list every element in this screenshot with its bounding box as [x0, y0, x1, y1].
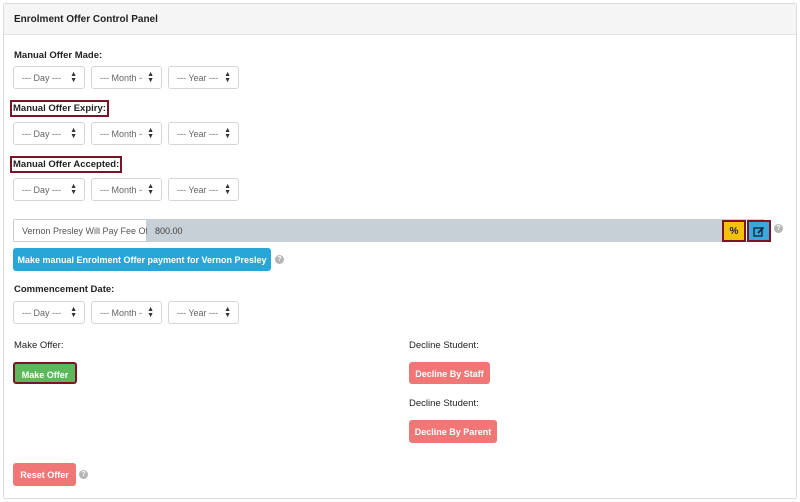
commencement-year-select[interactable]: --- Year --- ▲ ▼ [168, 301, 239, 324]
manual-offer-made-label: Manual Offer Made: [14, 50, 103, 61]
reset-offer-button[interactable]: Reset Offer [13, 463, 76, 486]
decline-student-label: Decline Student: [409, 340, 479, 351]
sort-caret-icon: ▲ ▼ [147, 183, 154, 196]
offer-expiry-month-select[interactable]: --- Month - ▲ ▼ [91, 122, 162, 145]
offer-made-month-select[interactable]: --- Month - ▲ ▼ [91, 66, 162, 89]
manual-payment-button[interactable]: Make manual Enrolment Offer payment for … [13, 248, 271, 271]
offer-made-day-select[interactable]: --- Day --- ▲ ▼ [13, 66, 85, 89]
decline-by-parent-button[interactable]: Decline By Parent [409, 420, 497, 443]
commencement-day-select[interactable]: --- Day --- ▲ ▼ [13, 301, 85, 324]
fee-label: Vernon Presley Will Pay Fee Of [14, 220, 148, 241]
make-offer-button[interactable]: Make Offer [13, 362, 77, 384]
offer-made-year-select[interactable]: --- Year --- ▲ ▼ [168, 66, 239, 89]
offer-accepted-year-select[interactable]: --- Year --- ▲ ▼ [168, 178, 239, 201]
edit-fee-button[interactable] [747, 220, 771, 242]
edit-icon [753, 226, 765, 237]
sort-caret-icon: ▲ ▼ [224, 183, 231, 196]
decline-by-staff-button[interactable]: Decline By Staff [409, 362, 490, 384]
sort-caret-icon: ▲ ▼ [70, 183, 77, 196]
sort-caret-icon: ▲ ▼ [70, 306, 77, 319]
offer-expiry-day-select[interactable]: --- Day --- ▲ ▼ [13, 122, 85, 145]
decline-student-label: Decline Student: [409, 398, 479, 409]
sort-caret-icon: ▲ ▼ [147, 306, 154, 319]
sort-caret-icon: ▲ ▼ [224, 71, 231, 84]
sort-caret-icon: ▲ ▼ [70, 127, 77, 140]
sort-caret-icon: ▲ ▼ [147, 127, 154, 140]
percent-button[interactable]: % [722, 220, 746, 242]
sort-caret-icon: ▲ ▼ [224, 127, 231, 140]
offer-accepted-day-select[interactable]: --- Day --- ▲ ▼ [13, 178, 85, 201]
sort-caret-icon: ▲ ▼ [224, 306, 231, 319]
fee-input-group: Vernon Presley Will Pay Fee Of 800.00 [13, 219, 765, 242]
help-icon[interactable]: ? [79, 470, 88, 479]
fee-value-field[interactable]: 800.00 [147, 220, 724, 241]
offer-accepted-month-select[interactable]: --- Month - ▲ ▼ [91, 178, 162, 201]
panel-title: Enrolment Offer Control Panel [4, 4, 796, 35]
sort-caret-icon: ▲ ▼ [147, 71, 154, 84]
help-icon[interactable]: ? [774, 224, 783, 233]
sort-caret-icon: ▲ ▼ [70, 71, 77, 84]
make-offer-label: Make Offer: [14, 340, 64, 351]
help-icon[interactable]: ? [275, 255, 284, 264]
manual-offer-expiry-label: Manual Offer Expiry: [10, 100, 109, 117]
commencement-date-label: Commencement Date: [14, 284, 115, 295]
offer-expiry-year-select[interactable]: --- Year --- ▲ ▼ [168, 122, 239, 145]
percent-icon: % [729, 226, 739, 237]
manual-offer-accepted-label: Manual Offer Accepted: [9, 156, 123, 173]
commencement-month-select[interactable]: --- Month - ▲ ▼ [91, 301, 162, 324]
